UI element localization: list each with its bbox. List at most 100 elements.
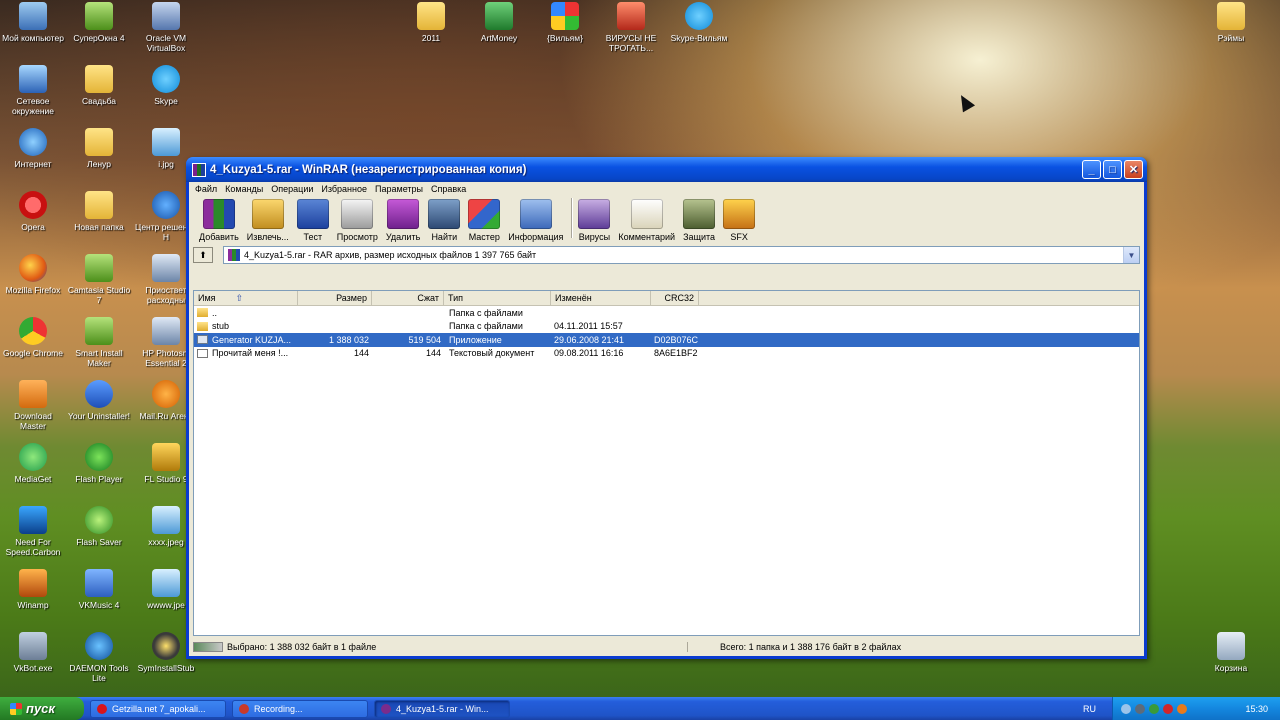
desktop-shortcut[interactable]: Интернет xyxy=(0,128,66,169)
daemon-tools-icon xyxy=(85,632,113,660)
desktop-shortcut[interactable]: 2011 xyxy=(398,2,464,43)
menu-help[interactable]: Справка xyxy=(431,184,466,194)
desktop-shortcut[interactable]: Ленур xyxy=(66,128,132,169)
desktop-shortcut[interactable]: Рэймы xyxy=(1198,2,1264,43)
tray-volume-icon[interactable] xyxy=(1177,703,1187,714)
title-bar[interactable]: 4_Kuzya1-5.rar - WinRAR (незарегистриров… xyxy=(186,157,1147,182)
virus-scan-button[interactable]: Вирусы xyxy=(578,199,611,242)
desktop-shortcut[interactable]: Свадьба xyxy=(66,65,132,106)
col-type[interactable]: Тип xyxy=(444,291,551,306)
find-button[interactable]: Найти xyxy=(428,199,461,242)
desktop-shortcut[interactable]: ArtMoney xyxy=(466,2,532,43)
desktop-shortcut[interactable]: Flash Player xyxy=(66,443,132,484)
desktop-shortcut[interactable]: Oracle VM VirtualBox xyxy=(133,2,199,53)
desktop-shortcut[interactable]: Opera xyxy=(0,191,66,232)
cell-type: Папка с файлами xyxy=(449,321,523,332)
close-button[interactable]: ✕ xyxy=(1124,160,1143,179)
desktop-shortcut[interactable]: Download Master xyxy=(0,380,66,431)
menu-bar: Файл Команды Операции Избранное Параметр… xyxy=(189,182,1144,196)
menu-options[interactable]: Параметры xyxy=(375,184,423,194)
desktop-shortcut[interactable]: Flash Saver xyxy=(66,506,132,547)
clock[interactable]: 15:30 xyxy=(1245,704,1268,714)
desktop-shortcut[interactable]: Winamp xyxy=(0,569,66,610)
desktop-shortcut[interactable]: DAEMON Tools Lite xyxy=(66,632,132,683)
desktop-shortcut[interactable]: MediaGet xyxy=(0,443,66,484)
toolbar-label: Мастер xyxy=(468,232,500,242)
taskbar-winrar[interactable]: 4_Kuzya1-5.rar - Win... xyxy=(374,699,510,718)
menu-favorites[interactable]: Избранное xyxy=(321,184,367,194)
menu-commands[interactable]: Команды xyxy=(225,184,263,194)
desktop-shortcut[interactable]: Camtasia Studio 7 xyxy=(66,254,132,305)
delete-button[interactable]: Удалить xyxy=(386,199,420,242)
desktop-shortcut[interactable]: Мой компьютер xyxy=(0,2,66,43)
file-row[interactable]: .. Папка с файлами xyxy=(194,306,1139,320)
desktop-shortcut-label: VkBot.exe xyxy=(13,663,53,673)
recycle-bin-icon xyxy=(1217,632,1245,660)
maximize-button[interactable]: □ xyxy=(1103,160,1122,179)
protect-button[interactable]: Защита xyxy=(683,199,716,242)
tray-network-icon[interactable] xyxy=(1135,703,1145,714)
windows-logo-icon xyxy=(10,702,22,715)
col-size[interactable]: Размер xyxy=(298,291,372,306)
desktop-shortcut[interactable]: Новая папка xyxy=(66,191,132,232)
desktop-shortcut[interactable]: VKMusic 4 xyxy=(66,569,132,610)
file-row[interactable]: stub Папка с файлами 04.11.2011 15:57 xyxy=(194,320,1139,334)
desktop-shortcut[interactable]: VkBot.exe xyxy=(0,632,66,673)
desktop-shortcut[interactable]: Need For Speed.Carbon xyxy=(0,506,66,557)
cell-name: Generator KUZJA... xyxy=(194,335,298,345)
file-list[interactable]: Имя ⇧ Размер Сжат Тип Изменён CRC32 .. Пап… xyxy=(193,290,1140,636)
desktop-shortcut[interactable]: {Вильям} xyxy=(532,2,598,43)
desktop-shortcut-label: i.jpg xyxy=(158,159,174,169)
desktop-shortcut[interactable]: Корзина xyxy=(1198,632,1264,673)
desktop-shortcut[interactable]: Your Uninstaller! xyxy=(66,380,132,421)
desktop-shortcut-label: 2011 xyxy=(421,33,441,43)
wizard-button[interactable]: Мастер xyxy=(468,199,501,242)
desktop-shortcut[interactable]: Mozilla Firefox xyxy=(0,254,66,295)
comment-button[interactable]: Комментарий xyxy=(618,199,675,242)
find-icon xyxy=(428,199,461,229)
desktop-shortcut[interactable]: Skype xyxy=(133,65,199,106)
my-computer-icon xyxy=(19,2,47,30)
desktop-shortcut[interactable]: Google Chrome xyxy=(0,317,66,358)
view-button[interactable]: Просмотр xyxy=(337,199,378,242)
desktop-shortcut[interactable]: СуперОкна 4 xyxy=(66,2,132,43)
sfx-button[interactable]: SFX xyxy=(723,199,756,242)
file-name: Прочитай меня !... xyxy=(212,348,289,359)
col-crc[interactable]: CRC32 xyxy=(651,291,699,306)
start-button[interactable]: пуск xyxy=(0,697,84,720)
desktop-shortcut[interactable]: Smart Install Maker xyxy=(66,317,132,368)
desktop-shortcut[interactable]: Skype-Вильям xyxy=(666,2,732,43)
file-row[interactable]: Прочитай меня !... 144 144 Текстовый докуме… xyxy=(194,347,1139,361)
info-button[interactable]: Информация xyxy=(508,199,563,242)
taskbar-item-label: 4_Kuzya1-5.rar - Win... xyxy=(396,703,489,714)
path-combobox[interactable]: 4_Kuzya1-5.rar - RAR архив, размер исход… xyxy=(223,246,1140,264)
desktop-shortcut-label: Свадьба xyxy=(81,96,117,106)
desktop-shortcut[interactable]: Сетевое окружение xyxy=(0,65,66,116)
toolbar: Добавить Извлечь... Тест Просмотр Удалить Най… xyxy=(189,196,1144,244)
col-name[interactable]: Имя ⇧ xyxy=(194,291,298,306)
menu-operations[interactable]: Операции xyxy=(271,184,313,194)
language-indicator[interactable]: RU xyxy=(1083,704,1096,714)
add-button[interactable]: Добавить xyxy=(199,199,239,242)
folder-icon xyxy=(197,321,208,331)
winrar-window[interactable]: 4_Kuzya1-5.rar - WinRAR (незарегистриров… xyxy=(186,157,1147,659)
vkmusic-icon xyxy=(85,569,113,597)
up-folder-button[interactable]: ⬆ xyxy=(193,247,213,263)
minimize-button[interactable]: _ xyxy=(1082,160,1101,179)
desktop-shortcut[interactable]: ВИРУСЫ НЕ ТРОГАТЬ... xyxy=(598,2,664,53)
test-button[interactable]: Тест xyxy=(296,199,329,242)
col-modified[interactable]: Изменён xyxy=(551,291,651,306)
tray-arrow-icon[interactable] xyxy=(1121,703,1131,714)
menu-file[interactable]: Файл xyxy=(195,184,217,194)
tray-app-icon[interactable] xyxy=(1149,703,1159,714)
toolbar-label: Удалить xyxy=(385,232,421,242)
file-row[interactable]: Generator KUZJA... 1 388 032 519 504 Прилож… xyxy=(194,333,1139,347)
desktop-shortcut-label: Рэймы xyxy=(1217,33,1245,43)
extract-button[interactable]: Извлечь... xyxy=(247,199,289,242)
tray-alert-icon[interactable] xyxy=(1163,703,1173,714)
hp-center-icon xyxy=(152,191,180,219)
chevron-down-icon[interactable]: ▼ xyxy=(1123,247,1139,263)
taskbar-opera[interactable]: Getzilla.net 7_apokali... xyxy=(90,699,226,718)
col-packed[interactable]: Сжат xyxy=(372,291,444,306)
taskbar-recording[interactable]: Recording... xyxy=(232,699,368,718)
